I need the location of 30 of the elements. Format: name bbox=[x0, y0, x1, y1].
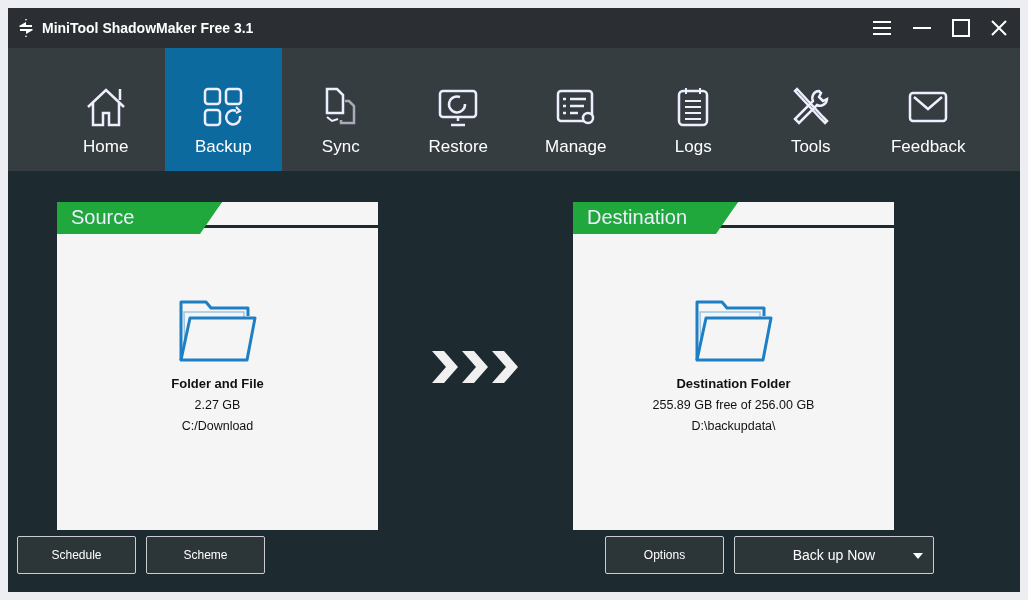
menu-icon[interactable] bbox=[872, 20, 892, 36]
nav-tab[interactable]: Backup bbox=[164, 48, 282, 171]
folder-icon bbox=[693, 298, 774, 364]
chevrons-icon bbox=[432, 351, 520, 383]
destination-path: D:\backupdata\ bbox=[691, 419, 776, 433]
source-card[interactable]: Source Folder and File 2.27 GB C:/Download bbox=[57, 202, 378, 530]
nav-tab[interactable]: Restore bbox=[399, 48, 517, 171]
card-header: Source bbox=[57, 202, 222, 234]
destination-name: Destination Folder bbox=[676, 376, 791, 391]
nav-tab[interactable]: Home bbox=[47, 48, 165, 171]
window-title: MiniTool ShadowMaker Free 3.1 bbox=[42, 20, 254, 36]
nav-tab[interactable]: Sync bbox=[282, 48, 400, 171]
close-icon[interactable] bbox=[990, 19, 1008, 37]
nav-tab[interactable]: Manage bbox=[517, 48, 635, 171]
action-button[interactable]: Schedule bbox=[17, 536, 136, 574]
destination-card[interactable]: Destination Destination Folder 255.89 GB free of 256.00 GB D:\backupdata\ bbox=[573, 202, 894, 530]
action-button[interactable]: Scheme bbox=[146, 536, 265, 574]
nav-tab[interactable]: Feedback bbox=[869, 48, 987, 171]
destination-space: 255.89 GB free of 256.00 GB bbox=[652, 398, 815, 412]
folder-icon bbox=[177, 298, 258, 364]
source-size: 2.27 GB bbox=[194, 398, 241, 412]
back-up-now-button[interactable]: Back up Now bbox=[734, 536, 934, 574]
caret-icon bbox=[913, 553, 923, 559]
source-name: Folder and File bbox=[171, 376, 264, 391]
maximize-icon[interactable] bbox=[952, 19, 970, 37]
nav-tab[interactable]: Tools bbox=[752, 48, 870, 171]
nav-tab[interactable]: Logs bbox=[634, 48, 752, 171]
options-button[interactable]: Options bbox=[605, 536, 724, 574]
card-header: Destination bbox=[573, 202, 738, 234]
source-path: C:/Download bbox=[181, 419, 254, 433]
